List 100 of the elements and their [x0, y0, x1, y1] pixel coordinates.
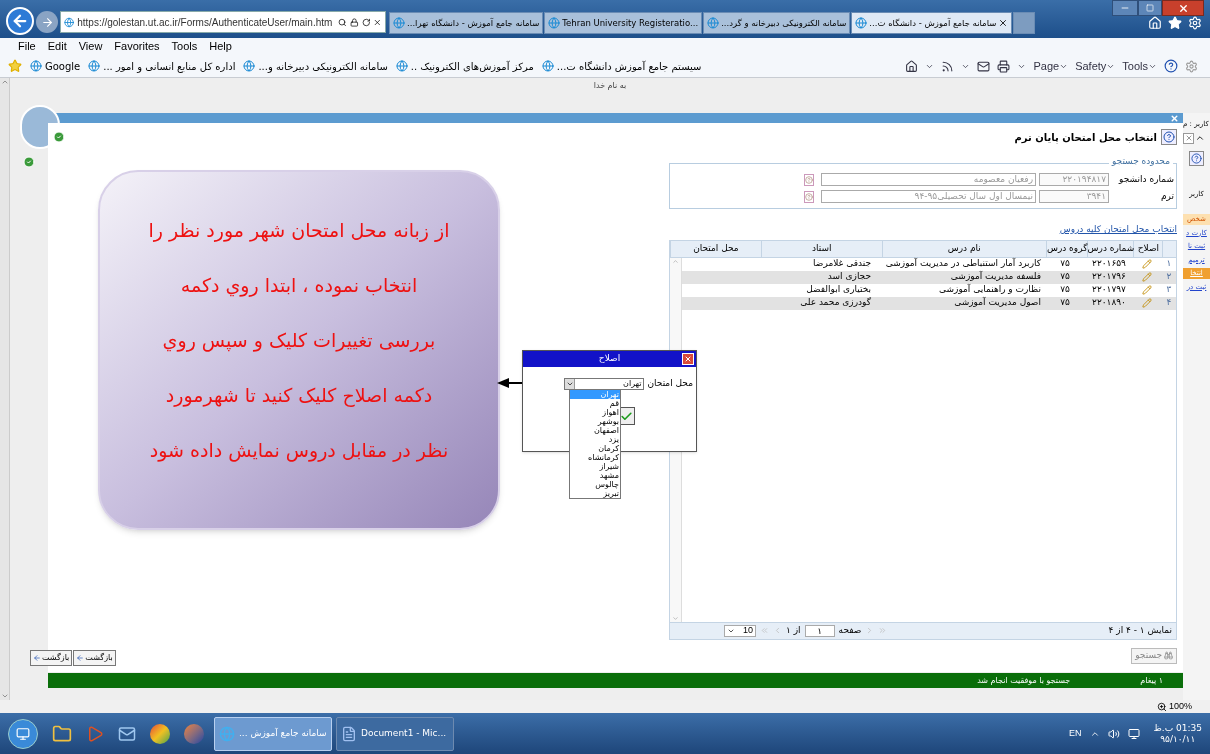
favorites-link[interactable]: مرکز آموزش‌های الکترونیک ..	[395, 58, 534, 74]
network-icon[interactable]	[1127, 727, 1140, 740]
menu-item[interactable]: Edit	[47, 38, 67, 55]
table-cell-text: جندقی غلامرضا	[812, 257, 872, 271]
pager-summary: نمایش ۱ - ۴ از ۴	[1108, 623, 1172, 637]
dropdown-option[interactable]: شیراز	[570, 462, 620, 471]
table-cell-text: کاربرد آمار استنباطی در مدیریت آموزشی	[884, 257, 1042, 271]
table-cell-text: بختیاری ابوالفضل	[805, 283, 872, 297]
lookup-button[interactable]	[804, 173, 814, 186]
row-number: ۱	[1165, 257, 1173, 271]
table-cell-text: ۲۲۰۱۶۵۹	[1091, 257, 1127, 271]
instruction-text: از زبانه محل امتحان شهر مورد نظر را انتخاب نموده ، ابتدا روي دكمه بررسی تغییرات کلیک و سپس روي دكمه اصلاح كليک کنید تا شهرمورد نظر در مقابل دروس نمايش داده شود	[148, 217, 450, 464]
back-button[interactable]: بازگشت	[30, 650, 73, 666]
help-icon	[1163, 131, 1175, 143]
check-icon	[23, 156, 35, 168]
address-field[interactable]: https://golestan.ut.ac.ir/Forms/AuthenticateUser/main.htm	[60, 11, 386, 33]
menu-item[interactable]: Help	[209, 38, 232, 55]
favorites-link[interactable]: سامانه الکترونیکی دبیرخانه و...	[243, 58, 388, 74]
exam-city-select[interactable]: تهران	[564, 377, 645, 390]
minimize-button[interactable]	[1112, 0, 1138, 16]
favorites-link[interactable]: سیستم جامع آموزش دانشگاه ت...	[541, 58, 702, 74]
binoculars-icon	[1164, 651, 1173, 660]
dropdown-option[interactable]: تبریز	[570, 489, 620, 498]
dropdown-option[interactable]: کرمان	[570, 444, 620, 453]
help-button[interactable]	[1189, 150, 1204, 166]
message-count: ۱ پیغام	[1140, 674, 1163, 687]
page-field[interactable]: ۱	[804, 624, 835, 637]
browser-tab[interactable]: سامانه جامع آموزش - دانشگاه ت...	[851, 12, 1013, 34]
taskbar-window[interactable]: Document1 - Mic...	[336, 716, 454, 751]
menu-item[interactable]: File	[18, 38, 36, 55]
menu-item[interactable]: Favorites	[114, 38, 160, 55]
dropdown-option[interactable]: چالوس	[570, 480, 620, 489]
clock[interactable]: 01:35 ب.ظ ۹۵/۱۰/۱۱	[1153, 722, 1210, 745]
lock-icon	[350, 16, 359, 28]
forward-button[interactable]	[36, 11, 58, 33]
status-message: جستجو با موفقیت انجام شد	[977, 674, 1071, 687]
maximize-button[interactable]	[1138, 0, 1162, 16]
help-button[interactable]	[1161, 129, 1177, 145]
print-icon[interactable]	[997, 59, 1011, 73]
arrow-left-icon	[33, 654, 41, 662]
dropdown-option[interactable]: اهواز	[570, 408, 620, 417]
close-button[interactable]	[1183, 132, 1194, 144]
command-menu[interactable]: Tools	[1122, 57, 1157, 75]
arrow-right-icon	[40, 15, 54, 29]
feeds-icon[interactable]	[941, 59, 955, 73]
menu-item[interactable]: Tools	[171, 38, 198, 55]
select-all-link[interactable]: انتخاب محل امتحان کلیه دروس	[1059, 223, 1177, 237]
table-cell-text: ۷۵	[1059, 270, 1071, 284]
mail-icon[interactable]	[118, 724, 136, 743]
scroll-up-icon[interactable]	[0, 78, 9, 86]
browser-tab[interactable]: سامانه الکترونیکی دبیرخانه و گرد...	[703, 12, 851, 34]
favorites-link[interactable]: Google	[30, 58, 81, 74]
dropdown-option[interactable]: قم	[570, 399, 620, 408]
column-header: نام درس	[881, 240, 1046, 257]
table-cell-text: ۲۲۰۱۷۹۶	[1091, 270, 1127, 284]
search-icon[interactable]	[338, 16, 347, 28]
back-button[interactable]: بازگشت	[73, 650, 116, 666]
zoom-level[interactable]: 100%	[1168, 699, 1192, 714]
page-size-select[interactable]: 10	[724, 624, 756, 637]
browser-tab[interactable]: Tehran University Registeratio...	[544, 12, 703, 34]
scroll-down-icon[interactable]	[0, 692, 9, 700]
row-number: ۴	[1165, 296, 1173, 310]
dropdown-option[interactable]: مشهد	[570, 471, 620, 480]
refresh-icon[interactable]	[361, 16, 371, 28]
dropdown-option[interactable]: بوشهر	[570, 417, 620, 426]
close-window-button[interactable]	[1162, 0, 1204, 16]
maximize-icon	[1146, 4, 1154, 12]
table-cell-text: فلسفه مدیریت آموزشی	[949, 270, 1042, 284]
table-cell-text: ۲۲۰۱۷۹۷	[1091, 283, 1127, 297]
start-button[interactable]	[8, 718, 38, 749]
command-menu[interactable]: Safety	[1075, 57, 1116, 75]
dropdown-option[interactable]: اصفهان	[570, 426, 620, 435]
browser-page-icon	[64, 15, 75, 29]
table-cell-text: ۲۲۰۱۸۹۰	[1091, 296, 1127, 310]
dropdown-option[interactable]: یزد	[570, 435, 620, 444]
home-icon[interactable]	[905, 59, 919, 73]
favorites-icon[interactable]	[1168, 16, 1182, 30]
zoom-icon[interactable]	[1156, 701, 1167, 712]
edit-dialog-title: اصلاح	[597, 352, 622, 366]
folder-icon[interactable]	[52, 723, 72, 744]
lookup-button[interactable]	[804, 190, 814, 203]
page-label: صفحه	[838, 623, 862, 637]
document-icon	[341, 725, 357, 742]
close-icon	[684, 355, 692, 363]
favorites-star-icon[interactable]	[8, 59, 22, 73]
column-header: استاد	[760, 240, 882, 257]
help-icon[interactable]	[1164, 59, 1178, 73]
command-menu[interactable]: Page	[1033, 57, 1069, 75]
favorites-link[interactable]: اداره کل منابع انسانی و امور ...	[88, 58, 236, 74]
page-icon	[243, 60, 256, 72]
close-icon[interactable]	[998, 18, 1009, 28]
browser-tab[interactable]: سامانه جامع آموزش - دانشگاه تهرا...	[389, 12, 544, 34]
column-header: محل امتحان	[670, 240, 761, 257]
menu-item[interactable]: View	[78, 38, 103, 55]
back-button[interactable]	[6, 7, 34, 35]
volume-icon[interactable]	[1107, 727, 1120, 740]
dropdown-option[interactable]: کرمانشاه	[570, 453, 620, 462]
form-title: انتخاب محل امتحان پایان ترم	[1014, 130, 1157, 145]
mail-icon[interactable]	[977, 59, 991, 73]
language-indicator[interactable]: EN	[1069, 726, 1082, 741]
